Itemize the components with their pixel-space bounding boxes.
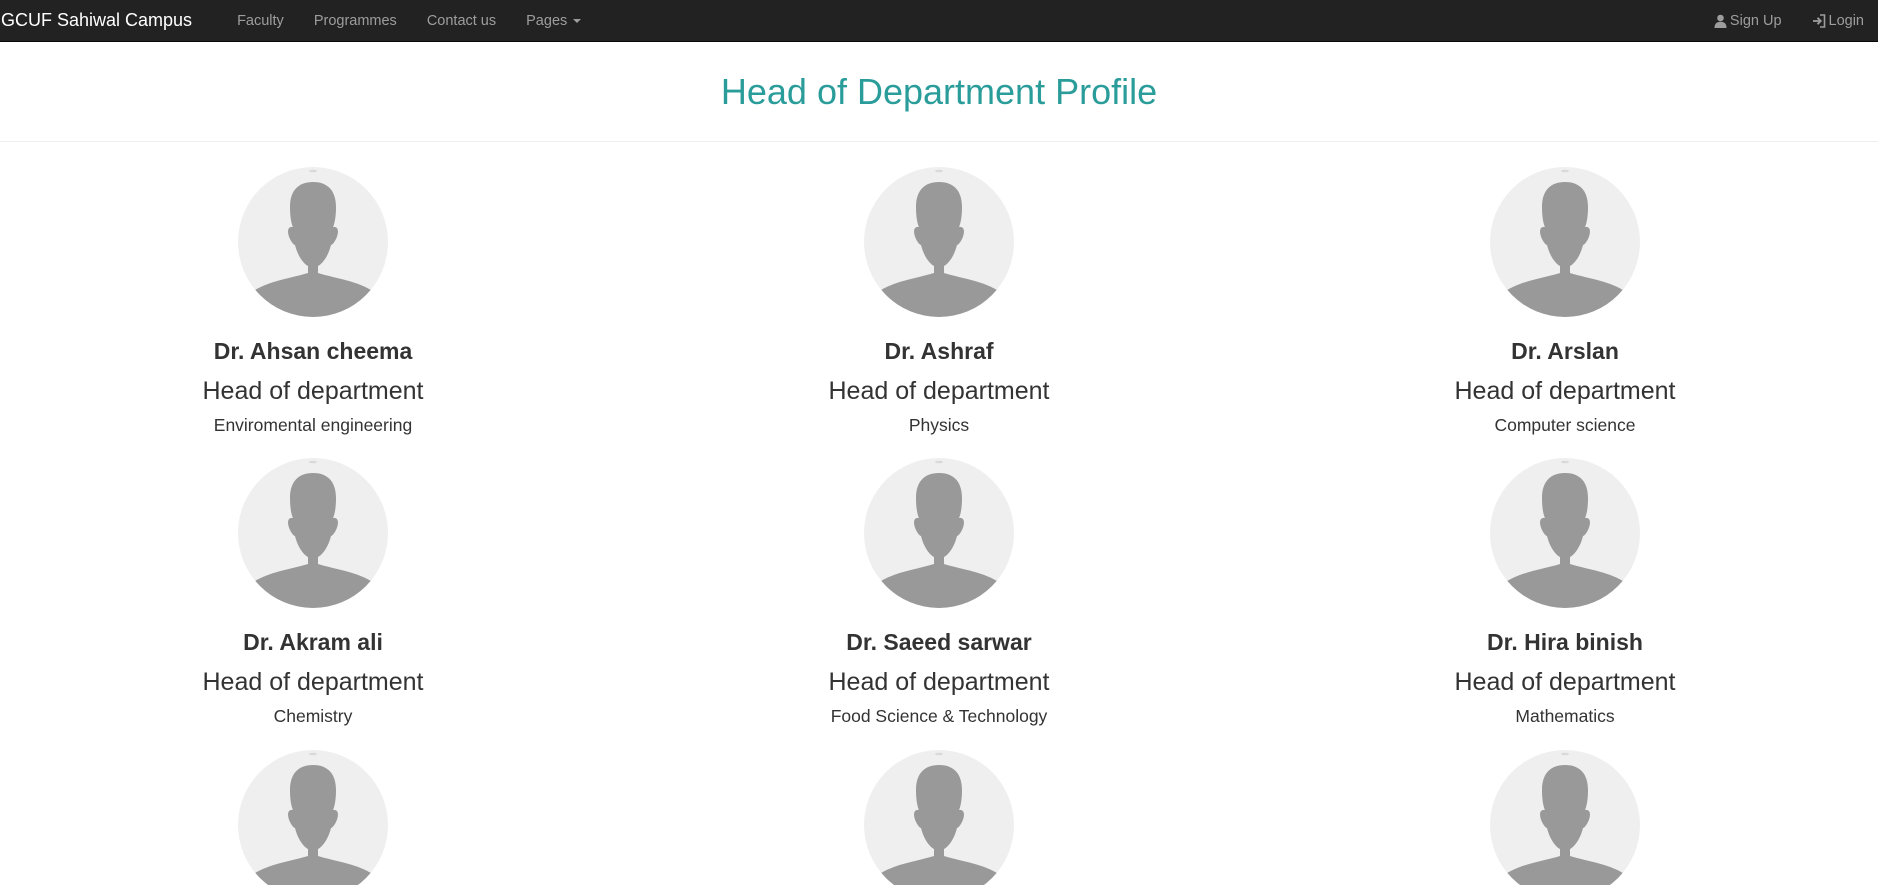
nav-dropdown-pages-label: Pages [526,12,568,29]
profile-department: Computer science [1494,415,1636,435]
login-link[interactable]: Login [1797,0,1878,41]
profile-department: Food Science & Technology [830,706,1048,726]
profile-role: Head of department [828,668,1050,696]
user-avatar-placeholder-icon [1490,458,1640,608]
profile-card [0,750,626,885]
profile-name: Dr. Ashraf [884,338,994,364]
profile-card: Dr. Akram ali Head of department Chemist… [0,458,626,727]
signup-label: Sign Up [1729,12,1782,29]
profile-role: Head of department [202,668,424,696]
nav-link-programmes[interactable]: Programmes [299,0,412,41]
profile-card: Dr. Ashraf Head of department Physics [626,167,1252,436]
profile-name: Dr. Saeed sarwar [846,629,1032,655]
profile-department: Chemistry [273,706,353,726]
navbar-right: Sign Up Login [1699,0,1878,41]
user-avatar-placeholder-icon [1490,750,1640,885]
top-navbar: GCUF Sahiwal Campus Faculty Programmes C… [0,0,1878,42]
user-avatar-placeholder-icon [864,458,1014,608]
user-avatar-placeholder-icon [238,458,388,608]
user-avatar-placeholder-icon [1490,167,1640,317]
profile-card [1252,750,1878,885]
profile-role: Head of department [202,377,424,405]
profile-department: Mathematics [1515,706,1615,726]
profile-card: Dr. Hira binish Head of department Mathe… [1252,458,1878,727]
page-title: Head of Department Profile [720,70,1158,112]
navbar-brand[interactable]: GCUF Sahiwal Campus [0,10,192,31]
signup-link[interactable]: Sign Up [1699,0,1797,41]
profile-card: Dr. Arslan Head of department Computer s… [1252,167,1878,436]
user-avatar-placeholder-icon [238,750,388,885]
user-avatar-placeholder-icon [864,167,1014,317]
caret-down-icon [573,18,582,23]
navbar-left: GCUF Sahiwal Campus Faculty Programmes C… [0,0,596,41]
user-avatar-placeholder-icon [238,167,388,317]
user-avatar-placeholder-icon [864,750,1014,885]
nav-link-contact[interactable]: Contact us [412,0,511,41]
profile-role: Head of department [828,377,1050,405]
user-icon [1714,14,1727,28]
profile-name: Dr. Hira binish [1487,629,1643,655]
profile-name: Dr. Ahsan cheema [213,338,413,364]
login-label: Login [1828,12,1864,29]
page-header: Head of Department Profile [0,42,1878,142]
profile-card: Dr. Ahsan cheema Head of department Envi… [0,167,626,436]
profile-role: Head of department [1454,377,1676,405]
profile-department: Physics [908,415,970,435]
profile-name: Dr. Arslan [1511,338,1619,364]
profile-card: Dr. Saeed sarwar Head of department Food… [626,458,1252,727]
profile-department: Enviromental engineering [213,415,413,435]
log-in-icon [1812,13,1826,28]
profile-card [626,750,1252,885]
nav-dropdown-pages[interactable]: Pages [511,0,596,41]
profile-name: Dr. Akram ali [243,629,383,655]
nav-link-faculty[interactable]: Faculty [222,0,299,41]
profile-role: Head of department [1454,668,1676,696]
